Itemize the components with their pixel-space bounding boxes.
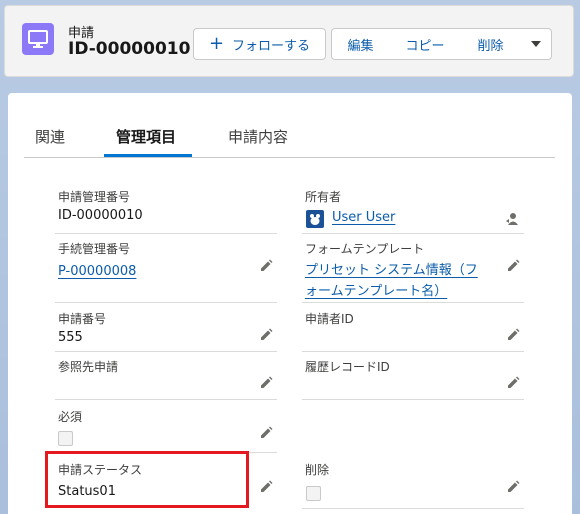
field-label-deleted: 削除 <box>305 463 330 477</box>
field-divider <box>302 508 524 509</box>
tab-bar <box>24 112 555 158</box>
chevron-down-icon <box>530 41 541 47</box>
follow-button-label: フォローする <box>232 38 311 54</box>
plus-icon: + <box>208 33 225 54</box>
field-divider <box>302 351 524 352</box>
required-checkbox[interactable] <box>58 431 73 446</box>
more-actions-button[interactable] <box>520 28 552 60</box>
field-divider <box>55 399 277 400</box>
active-tab-indicator <box>104 154 192 157</box>
procedure-mgmt-no-link[interactable]: P-00000008 <box>58 264 136 279</box>
tab-request-content[interactable]: 申請内容 <box>228 126 288 147</box>
pencil-icon[interactable] <box>259 426 273 440</box>
field-label-requester-id: 申請者ID <box>305 312 354 326</box>
copy-button[interactable]: コピー <box>389 28 462 60</box>
owner-link[interactable]: User User <box>332 210 395 225</box>
status-highlight-box <box>45 451 249 508</box>
tab-management[interactable]: 管理項目 <box>116 126 176 147</box>
field-label-required: 必須 <box>58 410 83 424</box>
follow-button[interactable]: + フォローする <box>193 28 326 60</box>
field-label-form-template: フォームテンプレート <box>305 242 425 256</box>
field-label-request-mgmt-no: 申請管理番号 <box>58 190 131 204</box>
desktop-icon <box>22 23 54 55</box>
delete-button[interactable]: 削除 <box>461 28 521 60</box>
pencil-icon[interactable] <box>259 480 273 494</box>
record-title: ID-00000010 <box>68 39 191 59</box>
field-label-request-no: 申請番号 <box>58 312 107 326</box>
pencil-icon[interactable] <box>259 328 273 342</box>
change-owner-icon[interactable] <box>505 212 519 226</box>
field-value-request-no: 555 <box>58 330 83 345</box>
deleted-checkbox[interactable] <box>306 486 321 501</box>
field-divider <box>55 351 277 352</box>
pencil-icon[interactable] <box>506 480 520 494</box>
user-avatar <box>306 210 324 228</box>
field-divider <box>55 302 277 303</box>
pencil-icon[interactable] <box>259 376 273 390</box>
tab-related[interactable]: 関連 <box>35 126 65 147</box>
edit-button[interactable]: 編集 <box>331 28 390 60</box>
field-label-owner: 所有者 <box>305 190 342 204</box>
field-divider <box>302 302 524 303</box>
form-template-link-line1[interactable]: プリセット システム情報（フ <box>305 260 478 282</box>
field-value-request-mgmt-no: ID-00000010 <box>58 208 143 223</box>
field-divider <box>55 233 277 234</box>
field-label-procedure-mgmt-no: 手続管理番号 <box>58 242 131 256</box>
field-label-history-record-id: 履歴レコードID <box>305 360 390 374</box>
field-divider <box>302 233 524 234</box>
pencil-icon[interactable] <box>259 259 273 273</box>
pencil-icon[interactable] <box>506 259 520 273</box>
pencil-icon[interactable] <box>506 376 520 390</box>
pencil-icon[interactable] <box>506 328 520 342</box>
field-divider <box>302 399 524 400</box>
form-template-link-line2[interactable]: ォームテンプレート名） <box>305 281 447 303</box>
field-label-ref-request: 参照先申請 <box>58 360 119 374</box>
